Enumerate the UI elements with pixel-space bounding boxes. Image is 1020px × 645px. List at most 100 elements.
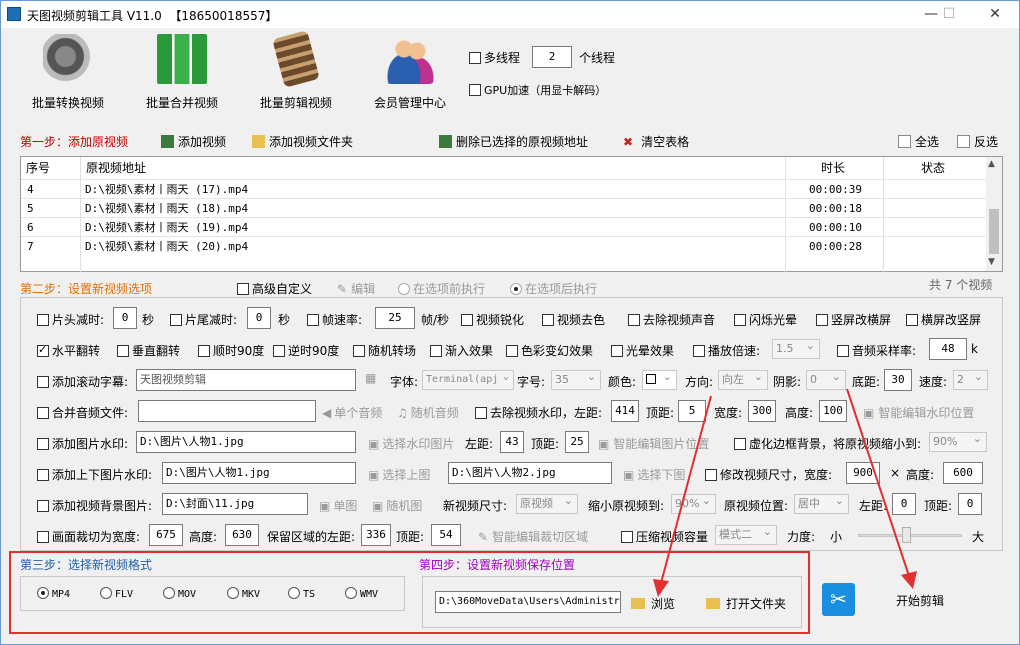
decolor-checkbox[interactable]: 视频去色 (542, 311, 605, 328)
table-row[interactable]: 5 D:\视频\素材丨雨天 (18).mp4 00:00:18 (21, 198, 987, 217)
multithread-checkbox[interactable]: 多线程 (469, 49, 520, 66)
font-select[interactable]: Terminal(apj (422, 370, 514, 390)
random-audio-button[interactable]: ♫ 随机音频 (397, 404, 459, 421)
edit-sub-icon[interactable]: ▦ (365, 371, 376, 385)
image-watermark-path[interactable]: D:\图片\人物1.jpg (136, 431, 356, 453)
batch-merge-button[interactable]: 批量合并视频 (127, 34, 237, 114)
color-effect-checkbox[interactable]: 色彩变幻效果 (506, 342, 593, 359)
head-cut-checkbox[interactable]: 片头减时: (37, 311, 104, 328)
save-path-input[interactable]: D:\360MoveData\Users\Administr (435, 591, 621, 613)
crop-height-input[interactable]: 630 (225, 524, 259, 546)
edit-button[interactable]: ✎ 编辑 (337, 280, 375, 297)
blur-scale-select[interactable]: 90% (929, 432, 987, 452)
remove-watermark-checkbox[interactable]: 去除视频水印，左距: (475, 404, 602, 421)
tail-cut-checkbox[interactable]: 片尾减时: (170, 311, 237, 328)
after-radio[interactable]: 在选项后执行 (510, 280, 597, 297)
scroll-thumb[interactable] (989, 209, 999, 254)
format-radio-mkv[interactable]: MKV (227, 587, 260, 600)
size-select[interactable]: 35 (551, 370, 601, 390)
before-radio[interactable]: 在选项前执行 (398, 280, 485, 297)
fps-input[interactable]: 25 (375, 307, 415, 329)
fps-checkbox[interactable]: 帧速率: (307, 311, 362, 328)
sub-speed-select[interactable]: 2 (953, 370, 988, 390)
format-radio-flv[interactable]: FLV (100, 587, 133, 600)
scroll-sub-checkbox[interactable]: 添加滚动字幕: (37, 373, 128, 390)
bg-image-checkbox[interactable]: 添加视频背景图片: (37, 497, 152, 514)
format-radio-wmv[interactable]: WMV (345, 587, 378, 600)
batch-convert-button[interactable]: 批量转换视频 (13, 34, 123, 114)
speed-select[interactable]: 1.5 (772, 339, 820, 359)
maximize-button[interactable]: ☐ (935, 4, 963, 24)
choose-watermark-button[interactable]: ▣ 选择水印图片 (368, 435, 454, 452)
cw90-checkbox[interactable]: 顺时90度 (198, 342, 264, 359)
add-folder-button[interactable]: 添加视频文件夹 (252, 133, 353, 150)
single-image-button[interactable]: ▣ 单图 (319, 497, 357, 514)
fadein-checkbox[interactable]: 渐入效果 (430, 342, 493, 359)
col-header-status[interactable]: 状态 (921, 157, 945, 179)
down-image-path[interactable]: D:\图片\人物2.jpg (448, 462, 612, 484)
random-transition-checkbox[interactable]: 随机转场 (353, 342, 416, 359)
subtitle-input[interactable]: 天图视频剪辑 (136, 369, 356, 391)
batch-edit-button[interactable]: 批量剪辑视频 (241, 30, 351, 114)
row-path: D:\视频\素材丨雨天 (19).mp4 (85, 221, 249, 234)
add-video-button[interactable]: 添加视频 (161, 133, 226, 150)
format-radio-ts[interactable]: TS (288, 587, 315, 600)
crop-top-input[interactable]: 54 (431, 524, 461, 546)
image-watermark-checkbox[interactable]: 添加图片水印: (37, 435, 128, 452)
vflip-checkbox[interactable]: 垂直翻转 (117, 342, 180, 359)
choose-up-button[interactable]: ▣ 选择上图 (368, 466, 430, 483)
ccw90-checkbox[interactable]: 逆时90度 (273, 342, 339, 359)
v2h-checkbox[interactable]: 竖屏改横屏 (816, 311, 891, 328)
thread-count-input[interactable]: 2 (532, 46, 572, 68)
table-row[interactable]: 4 D:\视频\素材丨雨天 (17).mp4 00:00:39 (21, 179, 987, 198)
hflip-checkbox[interactable]: 水平翻转 (37, 342, 100, 359)
advanced-checkbox[interactable]: 高级自定义 (237, 280, 312, 297)
keep-left-input[interactable]: 336 (361, 524, 391, 546)
resize-height-input[interactable]: 600 (943, 462, 983, 484)
flash-checkbox[interactable]: 闪烁光晕 (734, 311, 797, 328)
format-radio-mp4[interactable]: MP4 (37, 587, 70, 600)
col-header-no[interactable]: 序号 (26, 157, 50, 179)
clear-table-button[interactable]: ✖ 清空表格 (623, 133, 689, 150)
samplerate-checkbox[interactable]: 音频采样率: (837, 342, 916, 359)
halo-checkbox[interactable]: 光晕效果 (611, 342, 674, 359)
crop-width-input[interactable]: 675 (149, 524, 183, 546)
delete-selected-button[interactable]: 删除已选择的原视频地址 (439, 133, 588, 150)
gpu-checkbox[interactable]: GPU加速（用显卡解码） (469, 82, 606, 98)
invert-button[interactable]: 反选 (957, 133, 998, 150)
up-image-path[interactable]: D:\图片\人物1.jpg (162, 462, 356, 484)
col-header-duration[interactable]: 时长 (821, 157, 845, 179)
single-audio-button[interactable]: ◀ 单个音频 (322, 404, 382, 421)
sharpen-checkbox[interactable]: 视频锐化 (461, 311, 524, 328)
table-row[interactable]: 7 D:\视频\素材丨雨天 (20).mp4 00:00:28 (21, 236, 987, 255)
audio-path-input[interactable] (138, 400, 316, 422)
select-all-label: 全选 (915, 135, 940, 149)
table-row[interactable]: 6 D:\视频\素材丨雨天 (19).mp4 00:00:10 (21, 217, 987, 236)
crop-checkbox[interactable]: 画面裁切为宽度: (37, 528, 140, 545)
samplerate-input[interactable]: 48 (929, 338, 967, 360)
new-size-select[interactable]: 原视频 (516, 494, 578, 514)
head-cut-input[interactable]: 0 (113, 307, 137, 329)
updown-watermark-checkbox[interactable]: 添加上下图片水印: (37, 466, 152, 483)
smart-crop-button[interactable]: ✎ 智能编辑裁切区域 (478, 528, 588, 545)
close-button[interactable]: ✕ (981, 4, 1009, 24)
tail-cut-input[interactable]: 0 (247, 307, 271, 329)
merge-audio-checkbox[interactable]: 合并音频文件: (37, 404, 128, 421)
video-table[interactable]: 序号 原视频地址 时长 状态 4 D:\视频\素材丨雨天 (17).mp4 00:0… (20, 156, 1003, 272)
bg-image-path[interactable]: D:\封面\11.jpg (162, 493, 308, 515)
random-image-button[interactable]: ▣ 随机图 (372, 497, 422, 514)
member-center-button[interactable]: 会员管理中心 (355, 34, 465, 114)
img-left-input[interactable]: 43 (500, 431, 524, 453)
table-scrollbar[interactable]: ▲ ▼ (986, 157, 1002, 271)
scroll-down-icon[interactable]: ▼ (988, 257, 995, 267)
h2v-checkbox[interactable]: 横屏改竖屏 (906, 311, 981, 328)
bg-top-input[interactable]: 0 (958, 493, 982, 515)
scroll-up-icon[interactable]: ▲ (988, 159, 995, 169)
select-all-button[interactable]: 全选 (898, 133, 939, 150)
mute-checkbox[interactable]: 去除视频声音 (628, 311, 715, 328)
img-left-label: 左距: (465, 437, 494, 451)
speed-checkbox[interactable]: 播放倍速: (693, 342, 760, 359)
format-radio-mov[interactable]: MOV (163, 587, 196, 600)
col-header-path[interactable]: 原视频地址 (86, 157, 146, 179)
img-top-input[interactable]: 25 (565, 431, 589, 453)
